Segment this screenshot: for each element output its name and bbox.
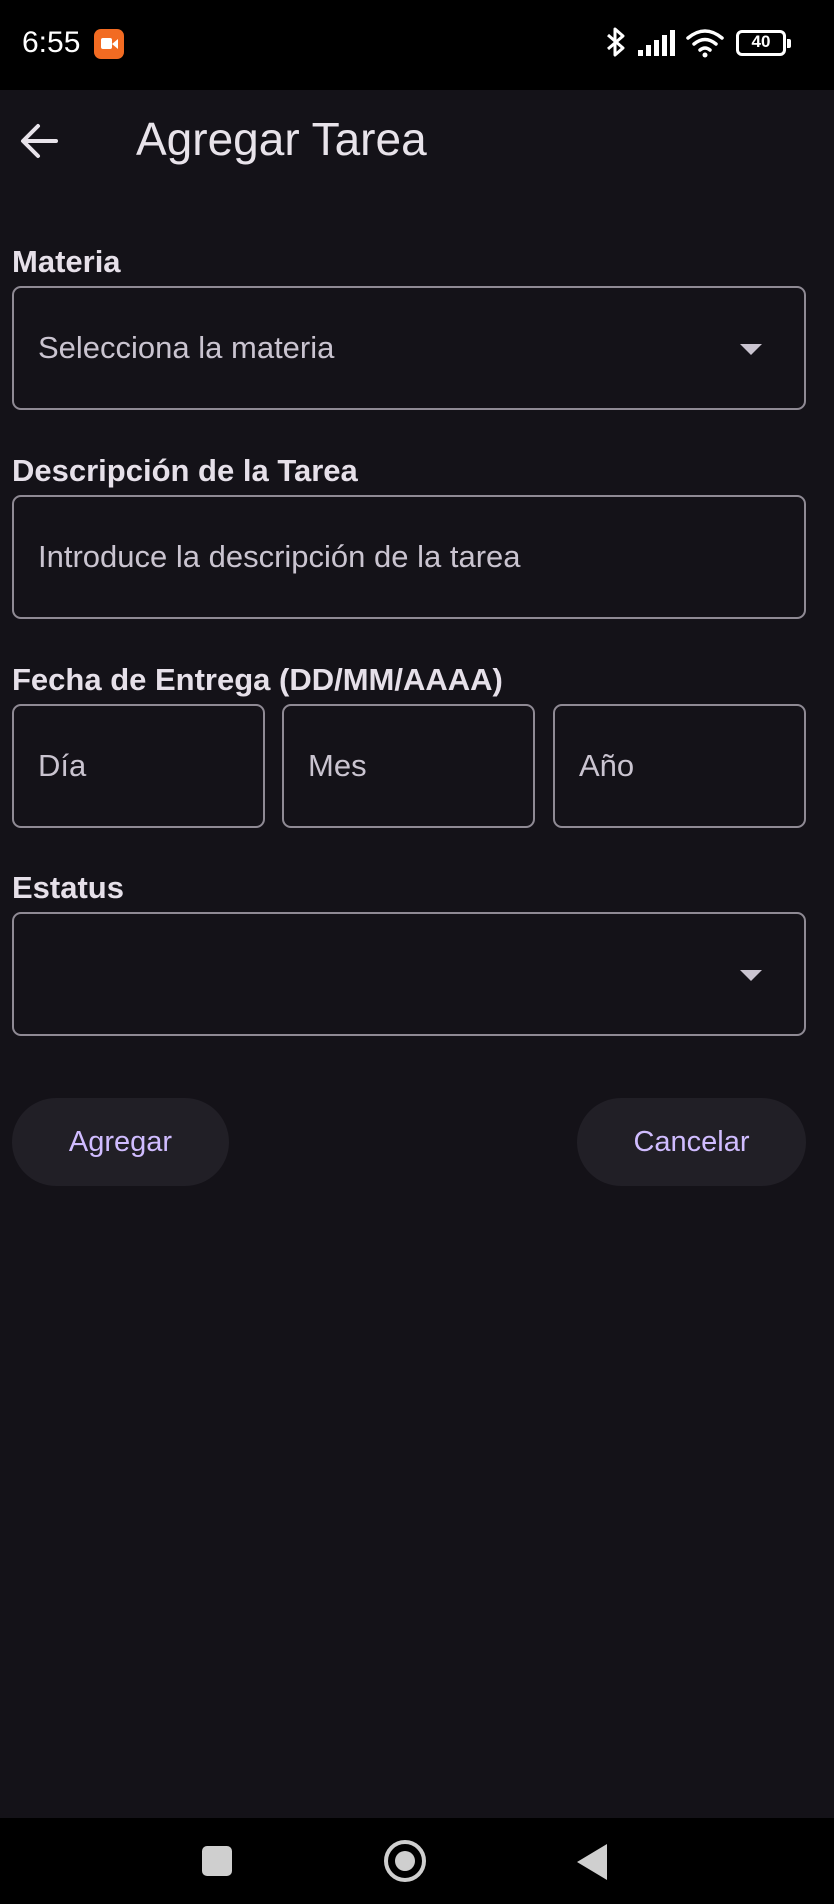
battery-level: 40 xyxy=(751,32,771,51)
dropdown-arrow-icon xyxy=(740,344,762,355)
wifi-icon xyxy=(686,28,724,63)
anio-placeholder: Año xyxy=(579,748,635,783)
mes-placeholder: Mes xyxy=(308,748,367,783)
status-time: 6:55 xyxy=(22,26,81,59)
cancel-button[interactable]: Cancelar xyxy=(577,1098,806,1186)
anio-input[interactable]: Año xyxy=(553,704,806,828)
estatus-dropdown[interactable] xyxy=(12,912,806,1036)
bluetooth-icon xyxy=(604,26,628,63)
back-icon[interactable] xyxy=(577,1844,607,1880)
add-button[interactable]: Agregar xyxy=(12,1098,229,1186)
add-task-screen: Agregar Tarea Materia Selecciona la mate… xyxy=(0,90,834,1818)
materia-label: Materia xyxy=(12,244,121,279)
status-bar: 6:55 40 xyxy=(0,0,834,90)
recents-icon[interactable] xyxy=(202,1846,232,1876)
estatus-label: Estatus xyxy=(12,870,124,905)
mes-input[interactable]: Mes xyxy=(282,704,535,828)
arrow-back-icon[interactable] xyxy=(18,120,60,167)
screen-record-icon xyxy=(94,29,124,59)
materia-placeholder: Selecciona la materia xyxy=(38,330,335,365)
dia-placeholder: Día xyxy=(38,748,87,783)
materia-dropdown[interactable]: Selecciona la materia xyxy=(12,286,806,410)
fecha-label: Fecha de Entrega (DD/MM/AAAA) xyxy=(12,662,503,697)
descripcion-placeholder: Introduce la descripción de la tarea xyxy=(38,539,521,574)
descripcion-input[interactable]: Introduce la descripción de la tarea xyxy=(12,495,806,619)
home-icon[interactable] xyxy=(384,1840,426,1882)
battery-icon: 40 xyxy=(736,30,791,56)
descripcion-label: Descripción de la Tarea xyxy=(12,453,358,488)
page-title: Agregar Tarea xyxy=(136,113,427,165)
dropdown-arrow-icon xyxy=(740,970,762,981)
signal-icon xyxy=(638,30,678,61)
system-nav-bar xyxy=(0,1818,834,1904)
dia-input[interactable]: Día xyxy=(12,704,265,828)
